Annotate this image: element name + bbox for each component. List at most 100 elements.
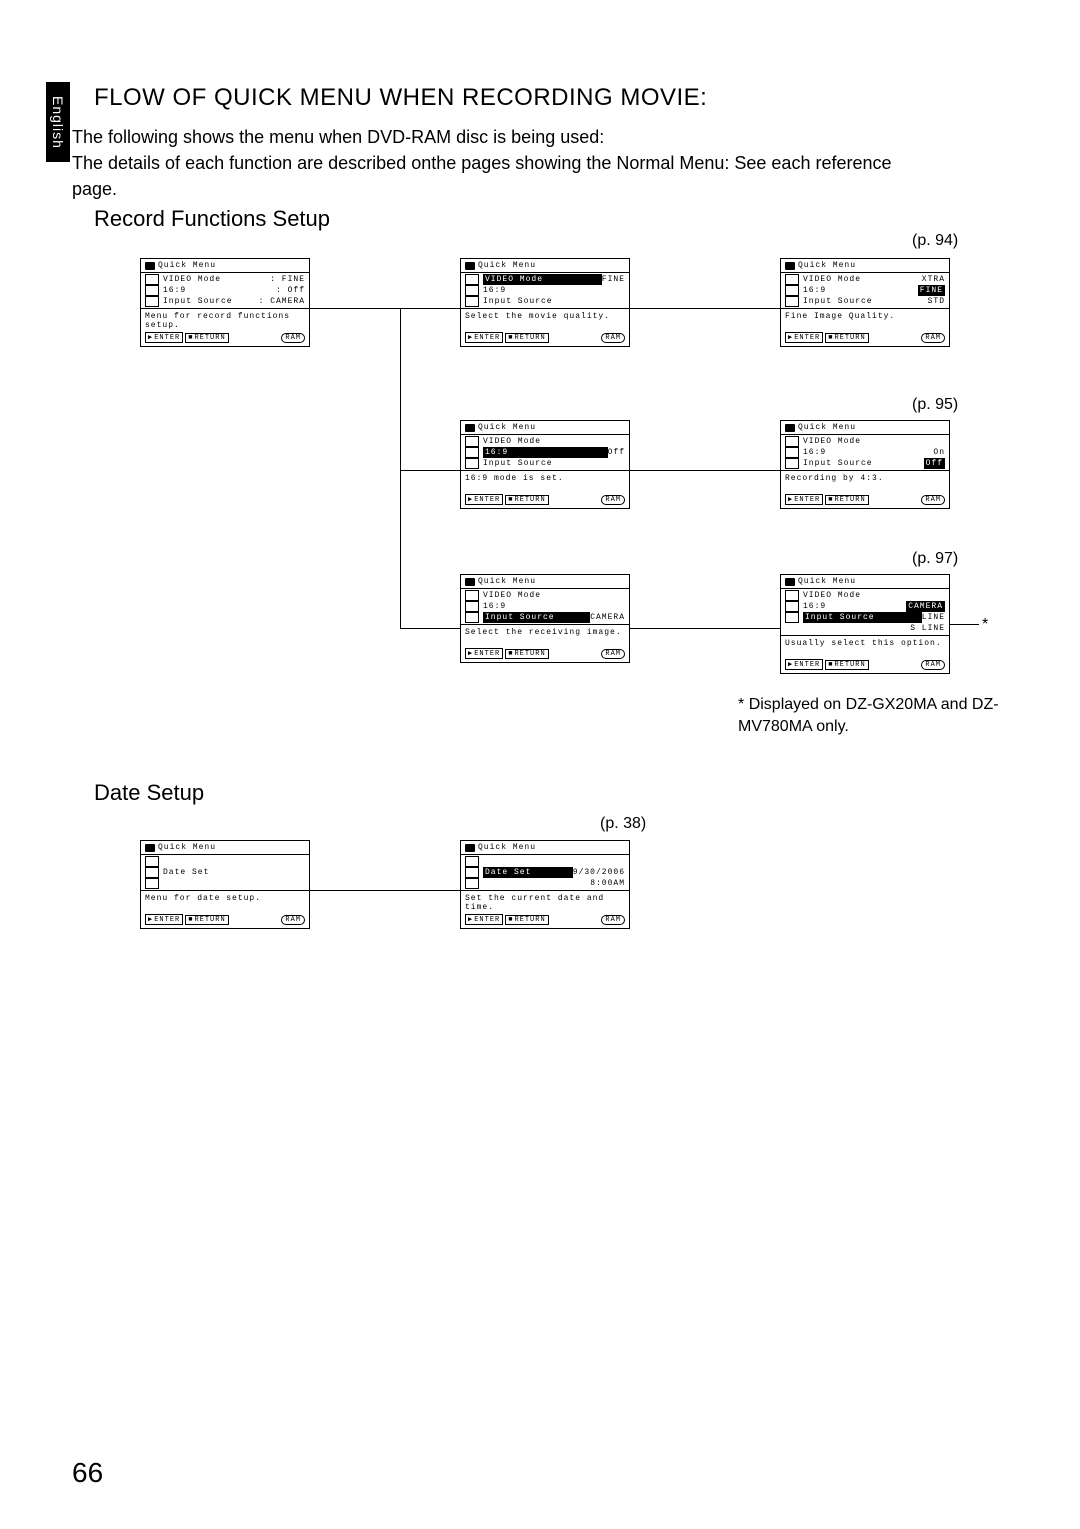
menu-16-9: Quick Menu VIDEO Mode 16:9Off Input Sour… (460, 420, 630, 509)
menu-desc: 16:9 mode is set. (461, 470, 629, 493)
intro-line2: The details of each function are describ… (72, 153, 892, 199)
row-value: 9/30/2006 (573, 867, 625, 878)
menu-header: Quick Menu (158, 261, 216, 270)
enter-button: ▶ENTER (465, 914, 503, 925)
flow-line (629, 628, 780, 629)
flow-line (309, 308, 460, 309)
camera-icon (145, 844, 155, 852)
camera-icon (465, 424, 475, 432)
row-label: Input Source (483, 296, 625, 307)
row-label: Input Source (803, 458, 924, 469)
row-icon (785, 447, 799, 458)
section-date-title: Date Setup (94, 780, 204, 806)
return-button: ■RETURN (505, 915, 548, 925)
row-value: : Off (276, 285, 305, 296)
row-icon (465, 296, 479, 307)
row-icon (465, 436, 479, 447)
menu-input-source: Quick Menu VIDEO Mode 16:9 Input SourceC… (460, 574, 630, 663)
row-label: 16:9 (483, 447, 608, 458)
return-button: ■RETURN (825, 660, 868, 670)
menu-header: Quick Menu (798, 577, 856, 586)
row-icon (465, 447, 479, 458)
menu-desc: Recording by 4:3. (781, 470, 949, 493)
row-label: Input Source (163, 296, 259, 307)
footnote-text: * Displayed on DZ-GX20MA and DZ-MV780MA … (738, 694, 1038, 738)
camera-icon (785, 262, 795, 270)
row-icon (785, 590, 799, 601)
ram-badge: RAM (921, 495, 945, 505)
ram-badge: RAM (921, 333, 945, 343)
row-icon (465, 612, 479, 623)
row-icon (785, 458, 799, 469)
row-value: FINE (918, 285, 945, 296)
row-label: VIDEO Mode (803, 436, 945, 447)
row-icon (145, 296, 159, 307)
return-button: ■RETURN (505, 649, 548, 659)
intro-line1: The following shows the menu when DVD-RA… (72, 127, 604, 147)
flow-line (400, 470, 460, 471)
menu-video-mode: Quick Menu VIDEO ModeFINE 16:9 Input Sou… (460, 258, 630, 347)
enter-button: ▶ENTER (465, 494, 503, 505)
menu-header: Quick Menu (478, 423, 536, 432)
return-button: ■RETURN (825, 333, 868, 343)
menu-header: Quick Menu (798, 261, 856, 270)
row-icon (145, 856, 159, 867)
row-value: LINE (922, 612, 945, 623)
enter-button: ▶ENTER (465, 648, 503, 659)
row-label: Date Set (483, 867, 573, 878)
enter-button: ▶ENTER (465, 332, 503, 343)
row-label: VIDEO Mode (483, 590, 625, 601)
return-button: ■RETURN (505, 333, 548, 343)
row-label: VIDEO Mode (803, 590, 945, 601)
menu-date-set: Quick Menu Date Set9/30/2006 8:00AM Set … (460, 840, 630, 929)
row-value: STD (928, 296, 945, 307)
menu-header: Quick Menu (478, 577, 536, 586)
row-icon (785, 296, 799, 307)
ram-badge: RAM (601, 495, 625, 505)
row-icon (465, 274, 479, 285)
menu-video-mode-options: Quick Menu VIDEO ModeXTRA 16:9FINE Input… (780, 258, 950, 347)
row-label: 16:9 (483, 285, 625, 296)
row-label: 16:9 (803, 285, 918, 296)
row-value: Off (924, 458, 945, 469)
flow-line (629, 470, 780, 471)
menu-desc: Select the movie quality. (461, 308, 629, 331)
row-icon (785, 436, 799, 447)
enter-button: ▶ENTER (785, 494, 823, 505)
row-value: On (933, 447, 945, 458)
return-button: ■RETURN (185, 333, 228, 343)
enter-button: ▶ENTER (785, 659, 823, 670)
row-value: : FINE (270, 274, 305, 285)
intro-text: The following shows the menu when DVD-RA… (72, 124, 932, 202)
enter-button: ▶ENTER (145, 332, 183, 343)
menu-desc: Menu for date setup. (141, 890, 309, 913)
menu-header: Quick Menu (158, 843, 216, 852)
flow-line (309, 890, 460, 891)
ram-badge: RAM (601, 915, 625, 925)
camera-icon (465, 578, 475, 586)
menu-header: Quick Menu (798, 423, 856, 432)
row-icon (785, 601, 799, 612)
flow-line (400, 308, 401, 628)
ram-badge: RAM (601, 649, 625, 659)
camera-icon (465, 844, 475, 852)
row-icon (465, 590, 479, 601)
camera-icon (465, 262, 475, 270)
camera-icon (145, 262, 155, 270)
row-icon (145, 274, 159, 285)
row-icon (145, 878, 159, 889)
row-value: : CAMERA (259, 296, 305, 307)
row-value: CAMERA (590, 612, 625, 623)
row-icon (785, 274, 799, 285)
language-tab: English (46, 82, 70, 162)
row-label: 16:9 (803, 601, 906, 612)
camera-icon (785, 578, 795, 586)
menu-date-root: Quick Menu Date Set Menu for date setup.… (140, 840, 310, 929)
menu-desc: Select the receiving image. (461, 624, 629, 647)
row-icon (145, 867, 159, 878)
ram-badge: RAM (281, 915, 305, 925)
row-label: Input Source (803, 296, 928, 307)
ram-badge: RAM (921, 660, 945, 670)
page-number: 66 (72, 1457, 103, 1489)
row-label: Input Source (483, 612, 590, 623)
